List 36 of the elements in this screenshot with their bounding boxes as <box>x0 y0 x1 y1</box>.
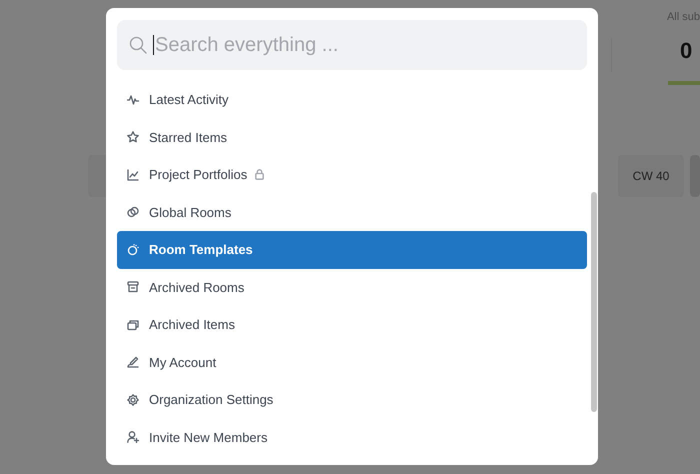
search-field[interactable]: Search everything ... <box>117 20 587 70</box>
menu-item-label: Starred Items <box>149 130 228 145</box>
stat-value: 0 <box>680 38 692 64</box>
menu-item-label: Project Portfolios <box>149 167 248 182</box>
week-chip[interactable]: CW 40 <box>618 155 684 197</box>
menu-item-label: My Account <box>149 354 216 370</box>
menu-item[interactable]: Archived Items <box>117 306 587 344</box>
copy-icon <box>127 318 139 331</box>
star-icon <box>127 131 139 144</box>
user-plus-icon <box>127 431 139 444</box>
link-icon <box>127 206 139 218</box>
menu-item[interactable]: Invite New Members <box>117 418 587 456</box>
menu-item[interactable]: Organization Settings <box>117 381 587 418</box>
menu-item-label: Organization Settings <box>149 392 274 408</box>
text-cursor <box>153 35 154 55</box>
menu-item-label: Room Templates <box>149 242 253 258</box>
menu-item[interactable]: Starred Items <box>117 118 587 156</box>
search-icon <box>129 36 147 54</box>
menu-item-label: Global Rooms <box>149 204 232 220</box>
search-input[interactable]: Search everything ... <box>155 34 555 56</box>
menu-item[interactable]: Global Rooms <box>117 194 587 231</box>
menu-item[interactable]: Latest Activity <box>117 81 587 118</box>
menu-item-label: Archived Rooms <box>149 280 244 295</box>
archive-icon <box>127 281 139 294</box>
menu-item[interactable]: Archived Rooms <box>117 268 587 306</box>
menu-item-label: Invite New Members <box>149 430 268 445</box>
menu-item-label: Latest Activity <box>149 92 228 108</box>
circle-dots-icon <box>127 244 139 256</box>
chart-icon <box>127 168 139 181</box>
menu-item[interactable]: Room Templates <box>117 231 587 268</box>
menu-item-label: Archived Items <box>149 317 235 332</box>
menu-item[interactable]: Project Portfolios <box>117 156 587 194</box>
pulse-icon <box>127 94 139 106</box>
pen-icon <box>127 356 139 368</box>
menu-item[interactable]: My Account <box>117 344 587 381</box>
gear-icon <box>127 394 139 406</box>
